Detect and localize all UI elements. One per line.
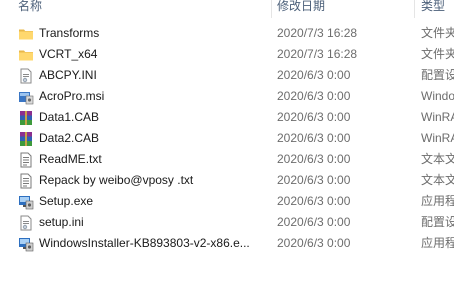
file-row[interactable]: AcroPro.msi 2020/6/3 0:00 Windows Installe… bbox=[0, 86, 454, 107]
file-name: AcroPro.msi bbox=[39, 89, 105, 103]
file-date: 2020/6/3 0:00 bbox=[277, 68, 351, 82]
file-row[interactable]: Setup.exe 2020/6/3 0:00 应用程序 bbox=[0, 191, 454, 212]
file-row[interactable]: Data2.CAB 2020/6/3 0:00 WinRAR bbox=[0, 128, 454, 149]
file-name: Repack by weibo@vposy .txt bbox=[39, 173, 194, 187]
column-header: 名称 修改日期 类型 bbox=[0, 0, 454, 18]
file-row[interactable]: VCRT_x64 2020/7/3 16:28 文件夹 bbox=[0, 44, 454, 65]
setup-exe-icon bbox=[18, 236, 34, 252]
file-row[interactable]: setup.ini 2020/6/3 0:00 配置设置 bbox=[0, 212, 454, 233]
installer-icon bbox=[18, 89, 34, 105]
file-date: 2020/6/3 0:00 bbox=[277, 131, 351, 145]
file-type: 应用程序 bbox=[421, 236, 454, 250]
column-divider[interactable] bbox=[271, 0, 272, 18]
text-file-icon bbox=[18, 152, 34, 168]
file-date: 2020/6/3 0:00 bbox=[277, 110, 351, 124]
file-type: 文件夹 bbox=[421, 26, 454, 40]
column-header-type[interactable]: 类型 bbox=[421, 0, 445, 17]
file-date: 2020/6/3 0:00 bbox=[277, 173, 351, 187]
text-file-icon bbox=[18, 173, 34, 189]
config-file-icon bbox=[18, 215, 34, 231]
file-date: 2020/6/3 0:00 bbox=[277, 89, 351, 103]
file-row[interactable]: WindowsInstaller-KB893803-v2-x86.e... 202… bbox=[0, 233, 454, 254]
file-name: VCRT_x64 bbox=[39, 47, 98, 61]
file-date: 2020/6/3 0:00 bbox=[277, 194, 351, 208]
winrar-icon bbox=[18, 131, 34, 147]
file-name: Transforms bbox=[39, 26, 100, 40]
file-date: 2020/6/3 0:00 bbox=[277, 152, 351, 166]
file-date: 2020/7/3 16:28 bbox=[277, 26, 358, 40]
file-type: 配置设置 bbox=[421, 68, 454, 82]
file-name: setup.ini bbox=[39, 215, 84, 229]
setup-exe-icon bbox=[18, 194, 34, 210]
file-row[interactable]: Repack by weibo@vposy .txt 2020/6/3 0:00 文… bbox=[0, 170, 454, 191]
file-date: 2020/6/3 0:00 bbox=[277, 215, 351, 229]
file-name: ReadME.txt bbox=[39, 152, 102, 166]
folder-icon bbox=[18, 47, 34, 63]
file-type: WinRAR bbox=[421, 110, 454, 124]
file-type: 文本文档 bbox=[421, 152, 454, 166]
winrar-icon bbox=[18, 110, 34, 126]
file-date: 2020/6/3 0:00 bbox=[277, 236, 351, 250]
file-row[interactable]: ReadME.txt 2020/6/3 0:00 文本文档 bbox=[0, 149, 454, 170]
file-row[interactable]: ABCPY.INI 2020/6/3 0:00 配置设置 bbox=[0, 65, 454, 86]
file-type: 应用程序 bbox=[421, 194, 454, 208]
file-name: ABCPY.INI bbox=[39, 68, 97, 82]
file-type: 文件夹 bbox=[421, 47, 454, 61]
file-name: WindowsInstaller-KB893803-v2-x86.e... bbox=[39, 236, 250, 250]
file-name: Setup.exe bbox=[39, 194, 94, 208]
column-header-date[interactable]: 修改日期 bbox=[277, 0, 325, 17]
file-name: Data1.CAB bbox=[39, 110, 100, 124]
file-date: 2020/7/3 16:28 bbox=[277, 47, 358, 61]
file-type: Windows Installer bbox=[421, 89, 454, 103]
file-name: Data2.CAB bbox=[39, 131, 100, 145]
column-divider[interactable] bbox=[414, 0, 415, 18]
config-file-icon bbox=[18, 68, 34, 84]
folder-icon bbox=[18, 26, 34, 42]
column-header-name[interactable]: 名称 bbox=[18, 0, 42, 17]
file-row[interactable]: Transforms 2020/7/3 16:28 文件夹 bbox=[0, 23, 454, 44]
file-type: 文本文档 bbox=[421, 173, 454, 187]
file-type: WinRAR bbox=[421, 131, 454, 145]
file-type: 配置设置 bbox=[421, 215, 454, 229]
file-row[interactable]: Data1.CAB 2020/6/3 0:00 WinRAR bbox=[0, 107, 454, 128]
file-list: Transforms 2020/7/3 16:28 文件夹 VCRT_x64 2020/… bbox=[0, 23, 454, 254]
